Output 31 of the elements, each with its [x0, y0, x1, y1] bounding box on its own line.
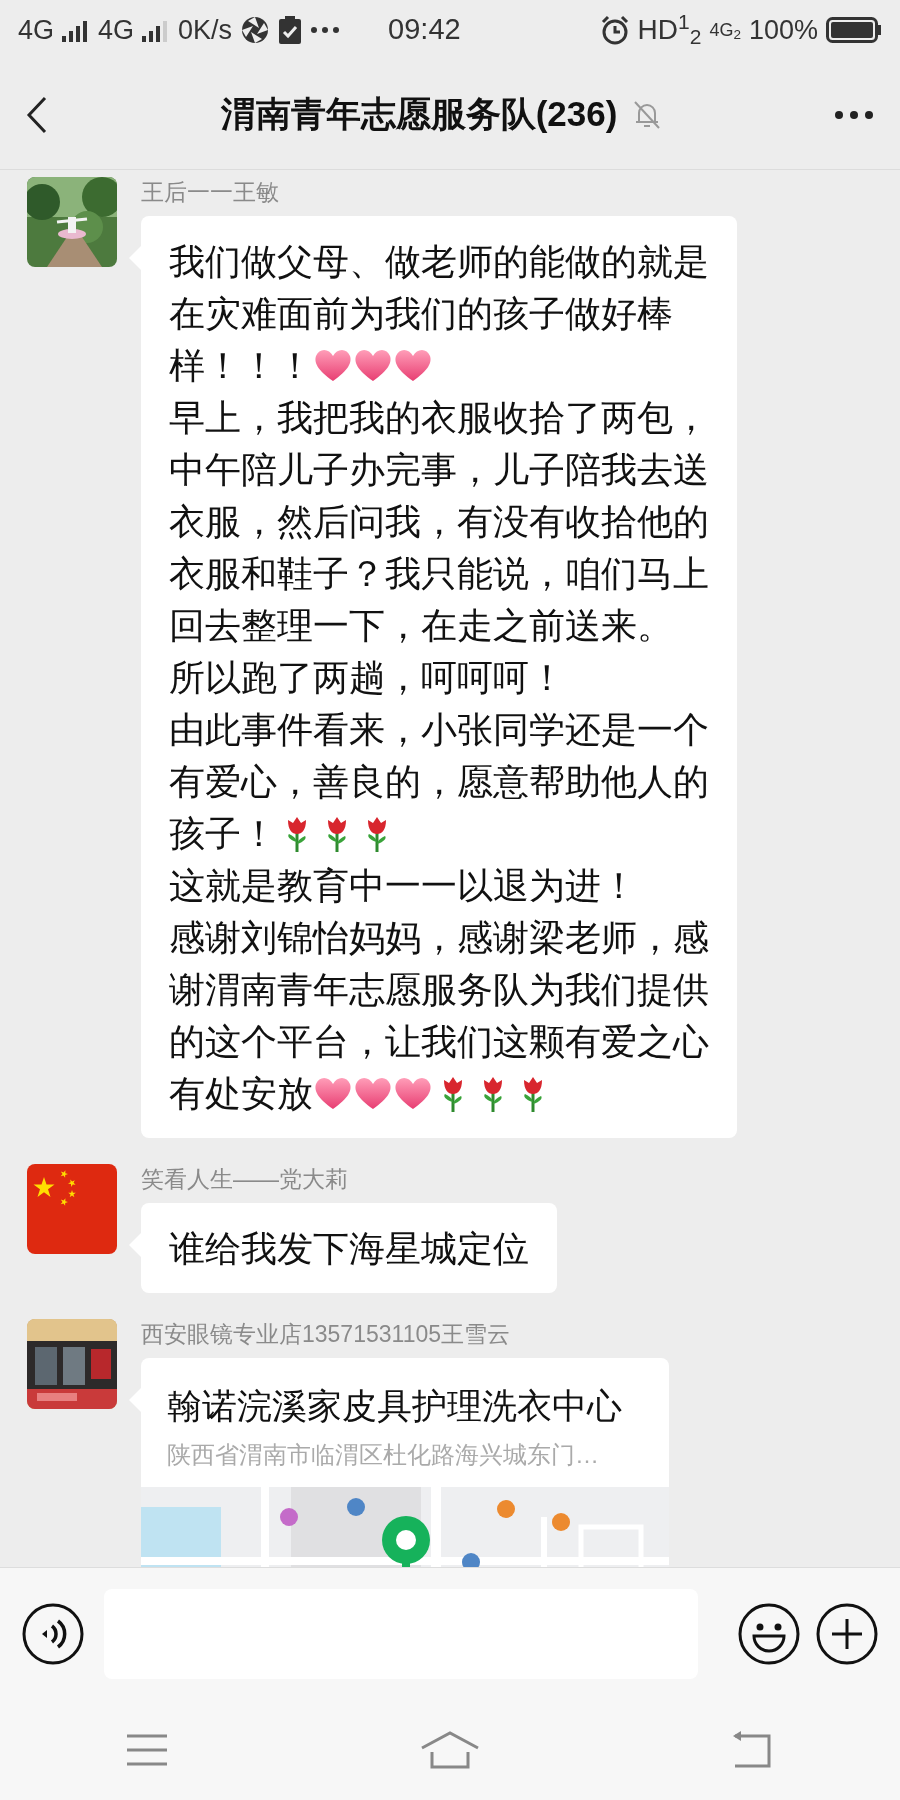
message-text: 有处安放: [169, 1072, 313, 1116]
message-text: 所以跑了两趟，呵呵呵！: [169, 656, 565, 700]
sender-name: 王后一一王敏: [141, 178, 280, 207]
message-text: 谁给我发下海星城定位: [169, 1227, 529, 1271]
message-text: 回去整理一下，在走之前送来。: [169, 604, 673, 648]
network-type: 4G: [18, 13, 55, 47]
message-text: 的这个平台，让我们这颗有爱之心: [169, 1020, 709, 1064]
message-text: 这就是教育中一一以退为进！: [169, 864, 637, 908]
location-address: 陕西省渭南市临渭区杜化路海兴城东门…: [166, 1439, 600, 1470]
sender-name: 西安眼镜专业店13571531105王雪云: [141, 1320, 511, 1349]
message-text: 感谢刘锦怡妈妈，感谢梁老师，感: [169, 916, 709, 960]
clock-time: 09:42: [388, 12, 461, 48]
network-type: 4G: [98, 13, 135, 47]
message-text: 中午陪儿子办完事，儿子陪我去送: [169, 448, 709, 492]
sender-name: 笑看人生——党大莉: [141, 1165, 349, 1194]
location-title: 翰诺浣溪家皮具护理洗衣中心: [166, 1385, 623, 1427]
chat-title: 渭南青年志愿服务队(236): [220, 93, 618, 136]
message-text: 在灾难面前为我们的孩子做好棒: [169, 292, 673, 336]
message-text: 衣服，然后问我，有没有收拾他的: [169, 500, 709, 544]
message-text: 谢渭南青年志愿服务队为我们提供: [169, 968, 709, 1012]
message-text: 衣服和鞋子？我只能说，咱们马上: [169, 552, 709, 596]
network-type: 4G$_{2}$: [709, 18, 741, 44]
network-speed: 0K/s: [178, 13, 233, 47]
location-card[interactable]: 翰诺浣溪家皮具护理洗衣中心 陕西省渭南市临渭区杜化路海兴城东门…: [141, 1358, 669, 1567]
message-text: 早上，我把我的衣服收拾了两包，: [169, 396, 709, 440]
message-text: 由此事件看来，小张同学还是一个: [169, 708, 709, 752]
message-text: 孩子！: [169, 812, 277, 856]
battery-percent: 100%: [748, 13, 818, 47]
message-text: 有爱心，善良的，愿意帮助他人的: [169, 760, 709, 804]
message-text: 样！！！: [169, 344, 313, 388]
message-text: 我们做父母、做老师的能做的就是: [169, 240, 709, 284]
